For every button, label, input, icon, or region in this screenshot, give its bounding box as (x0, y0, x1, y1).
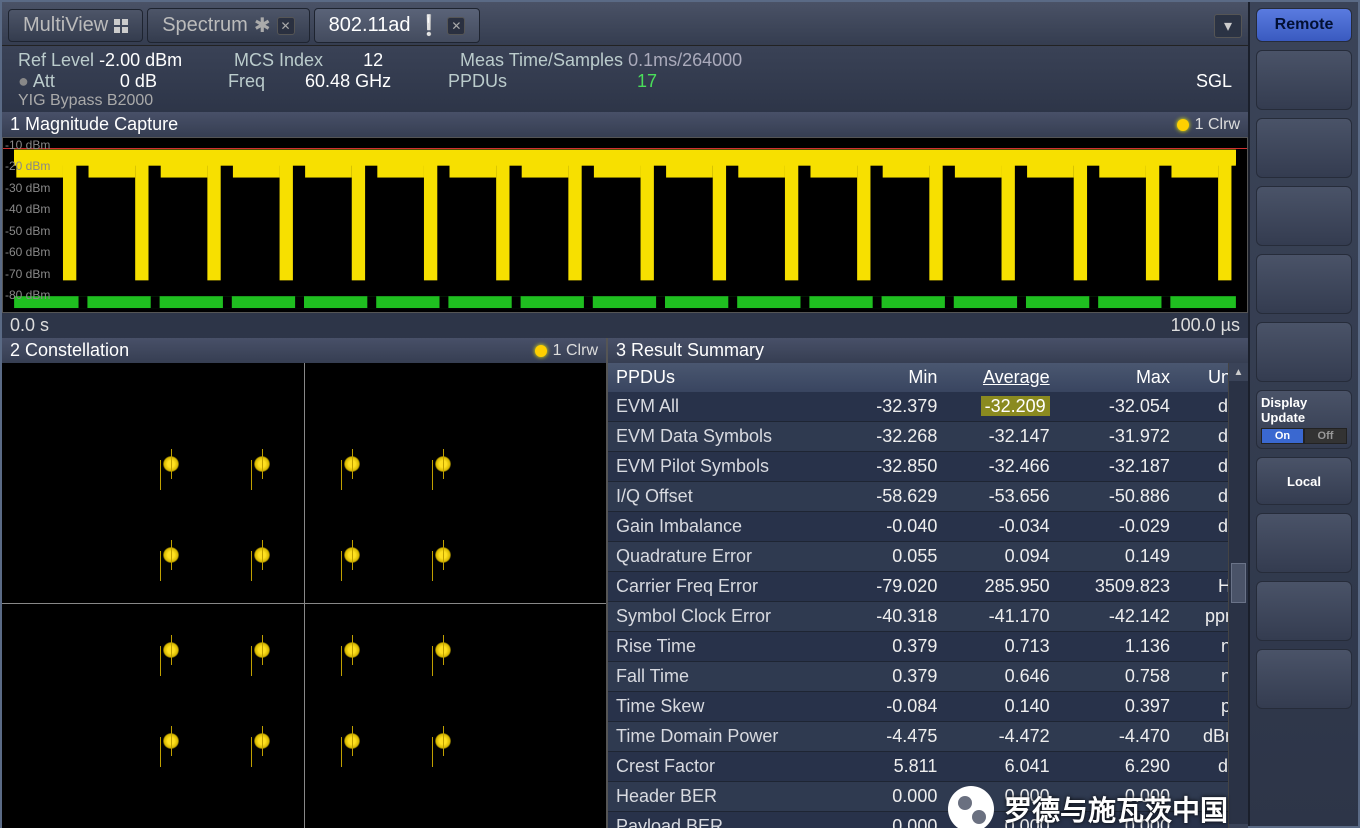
result-summary-table: PPDUs Min Average Max Unit EVM All-32.37… (608, 363, 1248, 828)
sgl-indicator: SGL (1196, 71, 1232, 92)
tab-spectrum[interactable]: Spectrum ✱ ✕ (147, 8, 309, 43)
col-average[interactable]: Average (945, 363, 1057, 392)
softkey-1[interactable] (1256, 50, 1352, 110)
star-icon: ✱ (254, 13, 271, 38)
x-end: 100.0 µs (1171, 315, 1240, 336)
col-ppdus[interactable]: PPDUs (608, 363, 844, 392)
tab-label: MultiView (23, 14, 108, 37)
results-scrollbar[interactable]: ▲ ▼ (1228, 363, 1248, 828)
scroll-up-icon[interactable]: ▲ (1229, 363, 1248, 381)
table-row[interactable]: Gain Imbalance-0.040-0.034-0.029dB (608, 512, 1248, 542)
meas-value: 0.1ms/264000 (628, 50, 742, 70)
trace-dot-icon (535, 345, 547, 357)
ref-level-value: -2.00 dBm (99, 50, 182, 70)
table-row[interactable]: Fall Time0.3790.6460.758ns (608, 662, 1248, 692)
wechat-icon (948, 786, 994, 828)
ppdus-label: PPDUs (448, 71, 507, 91)
softkey-3[interactable] (1256, 186, 1352, 246)
att-label: Att (33, 71, 55, 91)
watermark: 罗德与施瓦茨中国 (948, 786, 1228, 828)
table-row[interactable]: Carrier Freq Error-79.020285.9503509.823… (608, 572, 1248, 602)
magnitude-x-axis: 0.0 s 100.0 µs (2, 313, 1248, 338)
tab-multiview[interactable]: MultiView (8, 9, 143, 42)
scroll-down-icon[interactable]: ▼ (1229, 824, 1248, 828)
table-row[interactable]: Crest Factor5.8116.0416.290dB (608, 752, 1248, 782)
table-row[interactable]: Symbol Clock Error-40.318-41.170-42.142p… (608, 602, 1248, 632)
magnitude-capture-title[interactable]: 1 Magnitude Capture 1 Clrw (2, 112, 1248, 137)
remote-button[interactable]: Remote (1256, 8, 1352, 42)
tab-label: Spectrum (162, 14, 248, 37)
close-icon[interactable]: ✕ (447, 17, 465, 35)
yig-bypass-label: YIG Bypass B2000 (18, 92, 1232, 110)
trace-dot-icon (1177, 119, 1189, 131)
mcs-label: MCS Index (234, 50, 323, 70)
display-update-label: Display Update (1261, 395, 1347, 425)
pane-label: 2 Constellation (10, 340, 129, 361)
softkey-4[interactable] (1256, 254, 1352, 314)
freq-label: Freq (228, 71, 265, 91)
mcs-value: 12 (363, 50, 383, 70)
tab-overflow-dropdown[interactable]: ▾ (1214, 14, 1242, 38)
softkey-panel: Remote Display Update On Off Local (1248, 2, 1358, 826)
table-row[interactable]: Rise Time0.3790.7131.136ns (608, 632, 1248, 662)
measurement-info-bar: Ref Level -2.00 dBm MCS Index 12 Meas Ti… (2, 46, 1248, 112)
softkey-5[interactable] (1256, 322, 1352, 382)
table-row[interactable]: Time Skew-0.0840.1400.397ps (608, 692, 1248, 722)
constellation-title[interactable]: 2 Constellation 1 Clrw (2, 338, 606, 363)
scroll-thumb[interactable] (1231, 563, 1246, 603)
x-start: 0.0 s (10, 315, 49, 336)
softkey-10[interactable] (1256, 649, 1352, 709)
freq-value: 60.48 GHz (305, 71, 391, 91)
pane-label: 1 Magnitude Capture (10, 114, 178, 135)
table-row[interactable]: EVM Data Symbols-32.268-32.147-31.972dB (608, 422, 1248, 452)
display-update-toggle[interactable]: On Off (1261, 428, 1347, 444)
crosshair-v (304, 363, 305, 828)
col-min[interactable]: Min (844, 363, 946, 392)
table-row[interactable]: EVM All-32.379-32.209-32.054dB (608, 392, 1248, 422)
ppdus-value: 17 (637, 71, 657, 91)
tab-label: 802.11ad (329, 14, 411, 37)
result-summary-title[interactable]: 3 Result Summary (608, 338, 1248, 363)
softkey-8[interactable] (1256, 513, 1352, 573)
softkey-9[interactable] (1256, 581, 1352, 641)
table-row[interactable]: I/Q Offset-58.629-53.656-50.886dB (608, 482, 1248, 512)
tab-bar: MultiView Spectrum ✱ ✕ 802.11ad ❕ ✕ ▾ (2, 2, 1248, 46)
local-button[interactable]: Local (1256, 457, 1352, 505)
softkey-2[interactable] (1256, 118, 1352, 178)
tab-80211ad[interactable]: 802.11ad ❕ ✕ (314, 8, 481, 43)
table-row[interactable]: Quadrature Error0.0550.0940.149° (608, 542, 1248, 572)
trace-mode: 1 Clrw (553, 342, 598, 360)
col-max[interactable]: Max (1058, 363, 1178, 392)
meas-label: Meas Time/Samples (460, 50, 623, 70)
pane-label: 3 Result Summary (616, 340, 764, 361)
y-axis-labels: -10 dBm-20 dBm-30 dBm-40 dBm-50 dBm-60 d… (5, 138, 50, 302)
close-icon[interactable]: ✕ (277, 17, 295, 35)
warning-icon: ❕ (417, 13, 442, 38)
display-update-button[interactable]: Display Update On Off (1256, 390, 1352, 449)
magnitude-capture-plot[interactable]: -10 dBm-20 dBm-30 dBm-40 dBm-50 dBm-60 d… (2, 137, 1248, 313)
att-value: 0 dB (120, 71, 157, 91)
trace-mode: 1 Clrw (1195, 116, 1240, 134)
multiview-icon (114, 19, 128, 33)
constellation-plot[interactable] (2, 363, 606, 828)
table-row[interactable]: Time Domain Power-4.475-4.472-4.470dBm (608, 722, 1248, 752)
ref-level-label: Ref Level (18, 50, 94, 70)
watermark-text: 罗德与施瓦茨中国 (1004, 789, 1228, 828)
table-row[interactable]: EVM Pilot Symbols-32.850-32.466-32.187dB (608, 452, 1248, 482)
